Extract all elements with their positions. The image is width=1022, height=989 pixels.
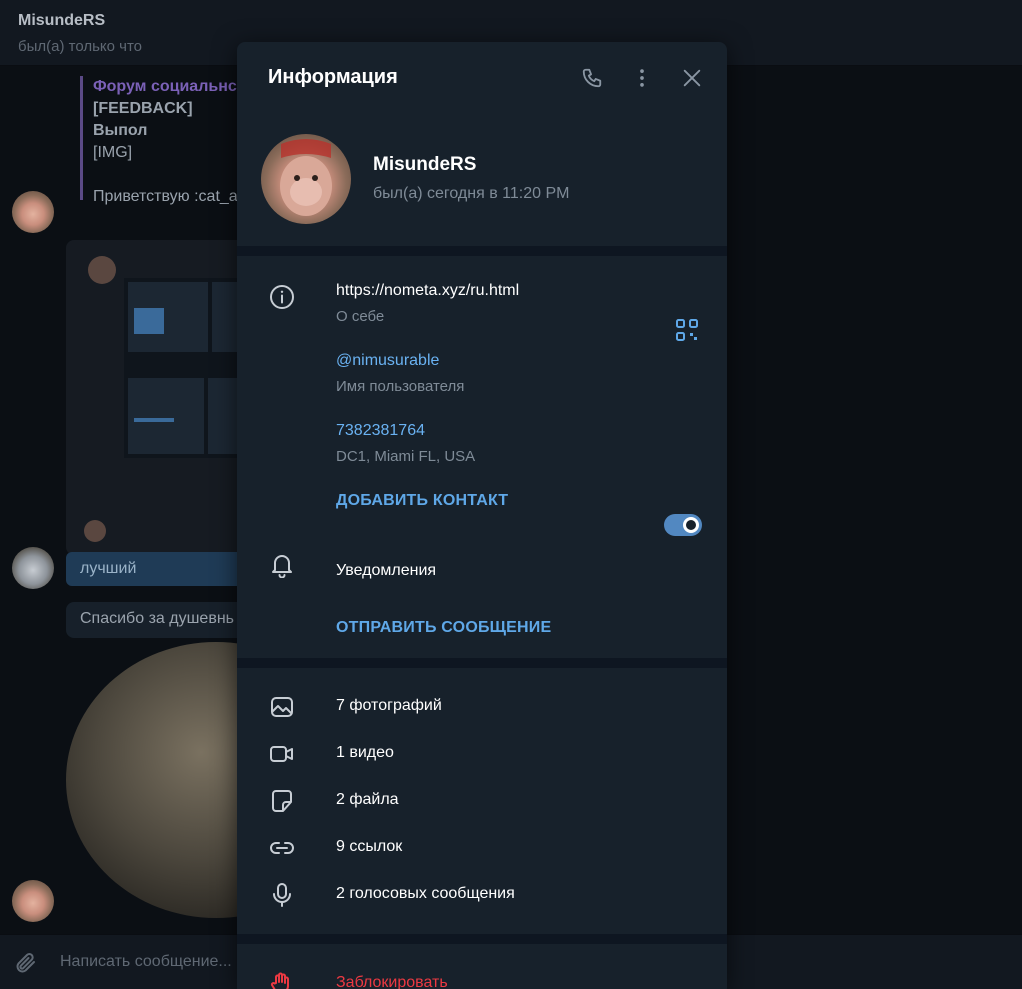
avatar[interactable] <box>12 547 54 589</box>
media-row-links[interactable]: 9 ссылок <box>237 825 727 871</box>
media-row-files[interactable]: 2 файла <box>237 778 727 824</box>
bio-label: О себе <box>336 308 385 325</box>
embedded-screenshot <box>124 278 244 458</box>
quote-line-1: [FEEDBACK] Выпол <box>93 100 193 139</box>
block-button[interactable]: Заблокировать <box>336 974 448 989</box>
separator <box>237 246 727 256</box>
message-bubble[interactable]: Спасибо за душевнь <box>66 602 256 638</box>
chat-title[interactable]: MisundeRS <box>18 12 105 30</box>
phone-value[interactable]: 7382381764 <box>336 422 425 440</box>
avatar[interactable] <box>12 191 54 233</box>
forwarded-quote[interactable]: Форум социальнс [FEEDBACK] Выпол [IMG] П… <box>80 76 250 205</box>
media-row-video[interactable]: 1 видео <box>237 731 727 777</box>
block-hand-icon <box>267 968 297 989</box>
media-label: 1 видео <box>336 744 394 761</box>
quote-title: Форум социальнс <box>93 78 237 95</box>
panel-header: Информация <box>237 42 727 114</box>
bell-icon <box>267 550 297 580</box>
quote-line-2: [IMG] <box>93 144 133 161</box>
info-icon <box>267 282 297 312</box>
info-section: https://nometa.xyz/ru.html О себе @nimus… <box>237 256 727 656</box>
profile-section: MisundeRS был(а) сегодня в 11:20 PM <box>237 114 727 246</box>
media-label: 9 ссылок <box>336 838 403 855</box>
message-bubble[interactable]: лучший <box>66 552 256 586</box>
quote-line-3: Приветствую :cat_a <box>93 188 238 205</box>
send-message-button[interactable]: ОТПРАВИТЬ СООБЩЕНИЕ <box>336 619 551 637</box>
photo-icon <box>267 692 297 722</box>
embedded-avatar <box>88 256 116 284</box>
embedded-avatar-2 <box>84 520 106 542</box>
profile-status: был(а) сегодня в 11:20 PM <box>373 185 570 202</box>
info-panel: Информация MisundeRS был(а) сегодня в 11… <box>237 42 727 989</box>
media-label: 2 файла <box>336 791 399 808</box>
avatar[interactable] <box>12 880 54 922</box>
notifications-label: Уведомления <box>336 562 437 579</box>
link-icon <box>267 833 297 863</box>
media-label: 2 голосовых сообщения <box>336 885 515 902</box>
profile-avatar[interactable] <box>261 134 351 224</box>
image-message[interactable] <box>66 240 251 555</box>
media-label: 7 фотографий <box>336 697 442 714</box>
add-contact-button[interactable]: ДОБАВИТЬ КОНТАКТ <box>336 492 508 510</box>
username-label: Имя пользователя <box>336 378 465 395</box>
attach-icon[interactable] <box>14 951 38 975</box>
separator <box>237 658 727 668</box>
qr-code-icon[interactable] <box>673 316 701 344</box>
more-vertical-icon[interactable] <box>628 64 656 92</box>
message-input[interactable]: Написать сообщение... <box>60 953 232 971</box>
chat-status: был(а) только что <box>18 38 143 55</box>
separator <box>237 934 727 944</box>
username-value[interactable]: @nimusurable <box>336 352 439 370</box>
message-text: лучший <box>80 560 137 577</box>
media-row-photos[interactable]: 7 фотографий <box>237 684 727 730</box>
bio-value[interactable]: https://nometa.xyz/ru.html <box>336 282 519 300</box>
microphone-icon <box>267 880 297 910</box>
toggle-knob <box>683 517 699 533</box>
video-icon <box>267 739 297 769</box>
phone-icon[interactable] <box>578 64 606 92</box>
notifications-toggle[interactable] <box>664 514 702 536</box>
file-icon <box>267 786 297 816</box>
profile-name: MisundeRS <box>373 154 477 175</box>
message-text: Спасибо за душевнь <box>80 610 234 627</box>
phone-label: DC1, Miami FL, USA <box>336 448 476 465</box>
panel-title: Информация <box>268 66 398 88</box>
media-row-voice[interactable]: 2 голосовых сообщения <box>237 872 727 918</box>
close-icon[interactable] <box>678 64 706 92</box>
